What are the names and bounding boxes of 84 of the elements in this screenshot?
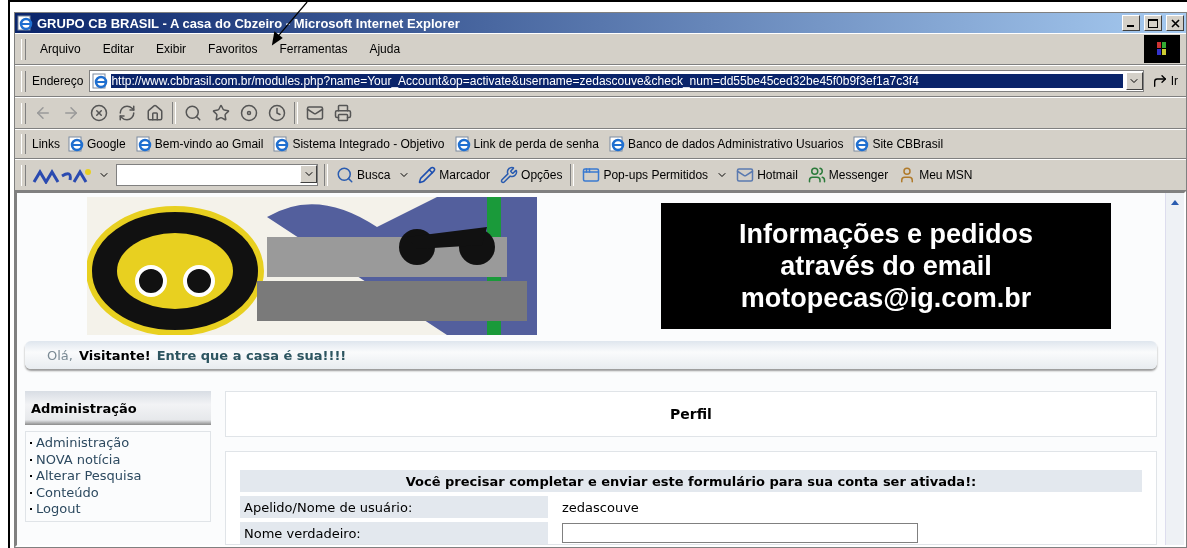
maximize-icon [1148,18,1158,28]
greeting-message: Entre que a casa é sua!!!! [156,347,347,363]
toolbar-button[interactable]: Hotmail [734,164,800,186]
sidebar-link[interactable]: Logout [36,501,81,518]
wrench-icon [500,166,519,184]
history-button[interactable] [266,102,288,124]
favorites-button[interactable] [210,102,232,124]
field-label: Apelido/Nome de usuário: [240,496,548,518]
close-button[interactable] [1166,15,1184,31]
stop-button[interactable] [88,102,110,124]
sidebar-link[interactable]: Administração [36,435,130,452]
ad-text: através do email [780,250,992,282]
curved-arrow-icon [1151,73,1168,89]
browser-page-icon [853,136,870,152]
toolbar-button[interactable]: Pop-ups Permitidos [580,164,711,186]
dropdown-button[interactable] [300,165,317,183]
menu-item[interactable]: Ajuda [361,40,409,58]
envelope-icon [736,166,755,184]
toolbar-button[interactable]: Messenger [805,164,891,186]
envelope-icon [306,104,324,122]
address-url: http://www.cbbrasil.com.br/modules.php?name=Your_Account&op=activate&username=zedascouve&check_num=dd55be45ced32be45f0b9f3ef1a7c3f4 [111,74,1123,88]
people-icon [807,166,826,184]
link-item[interactable]: Bem-vindo ao Gmail [133,134,266,154]
minimize-button[interactable] [1122,15,1140,31]
sidebar-link[interactable]: Conteúdo [36,484,99,501]
printer-icon [334,104,352,122]
pencil-icon [418,166,437,184]
sidebar-title: Administração [25,391,211,425]
address-field[interactable]: http://www.cbbrasil.com.br/modules.php?name=Your_Account&op=activate&username=zedascouve&check_num=dd55be45ced32be45f0b9f3ef1a7c3f4 [89,70,1144,92]
search-icon [184,104,202,122]
form-header: Você precisar completar e enviar este formulário para sua conta ser ativada!: [240,470,1142,492]
maximize-button[interactable] [1144,15,1162,31]
browser-page-icon [135,136,152,152]
browser-page-icon [454,136,471,152]
right-arrow-icon [62,104,80,122]
scrollbar[interactable] [1165,193,1184,545]
media-button[interactable] [238,102,260,124]
field-value: zedascouve [562,499,639,515]
toolbar-button[interactable]: Busca [334,164,393,186]
menu-item[interactable]: Exibir [148,40,195,58]
browser-page-icon [68,136,84,152]
toolbar-button[interactable]: Marcador [416,164,493,186]
window-icon [582,166,601,184]
link-item[interactable]: Banco de dados Administrativo Usuarios [606,134,846,154]
sidebar-link[interactable]: Alterar Pesquisa [36,468,142,485]
address-label: Endereço [32,74,84,88]
disc-icon [240,104,258,122]
menu-item[interactable]: Arquivo [32,40,89,58]
close-icon [1170,18,1180,28]
go-button[interactable]: Ir [1149,71,1180,91]
refresh-icon [118,104,136,122]
greeting-hello: Olá, [47,347,73,363]
print-button[interactable] [332,102,354,124]
clock-icon [268,104,286,122]
menu-item[interactable]: Ferramentas [271,40,356,58]
browser-page-icon [273,136,290,152]
link-item[interactable]: Site CBBrasil [851,134,946,154]
menu-item[interactable]: Editar [94,40,143,58]
stop-icon [90,104,108,122]
links-label: Links [32,137,60,151]
toolbar-button[interactable]: Opções [498,164,565,186]
ad-text: motopecas@ig.com.br [740,282,1032,314]
up-arrow-icon [1171,199,1179,205]
browser-page-icon [92,73,109,89]
home-icon [146,104,164,122]
link-item[interactable]: Sistema Integrado - Objetivo [271,134,447,154]
dropdown-button[interactable] [1125,72,1143,90]
link-item[interactable]: Link de perda de senha [452,134,601,154]
visitor-name: Visitante! [78,347,151,363]
link-item[interactable]: Google [66,134,128,154]
input-field[interactable] [562,523,918,543]
sidebar-link[interactable]: NOVA notícia [36,451,121,468]
toolbar-button[interactable]: Meu MSN [896,164,975,186]
search-field[interactable] [116,164,318,186]
browser-page-icon [17,15,33,31]
page-title: Perfil [225,391,1157,437]
browser-page-icon [608,136,625,152]
ad-text: Informações e pedidos [738,218,1034,250]
star-icon [212,104,230,122]
window-title: GRUPO CB BRASIL - A casa do Cbzeiro - Microsoft Internet Explorer [37,15,461,31]
menu-item[interactable]: Favoritos [200,40,266,58]
search-icon [336,166,354,184]
windows-logo-icon [1144,35,1180,63]
field-label: Nome verdadeiro: [240,522,548,544]
